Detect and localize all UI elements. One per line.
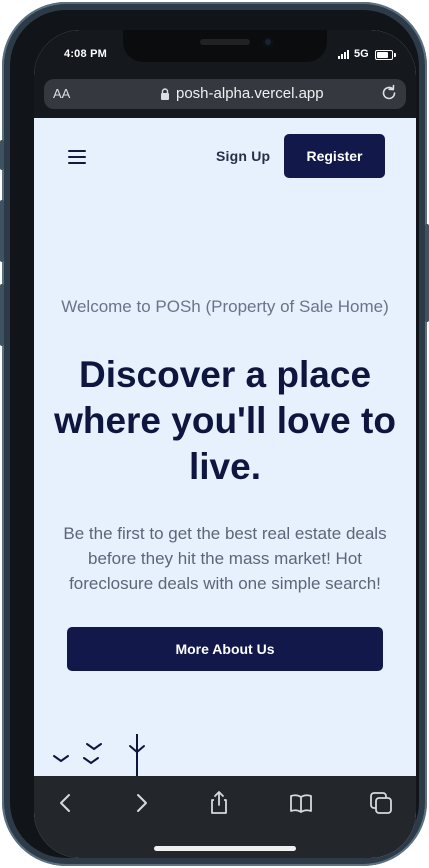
back-icon[interactable] [53, 790, 79, 816]
signal-icon [338, 50, 349, 59]
front-camera [263, 37, 273, 47]
browser-toolbar [34, 776, 416, 858]
birds-and-tree-illustration [53, 734, 145, 778]
share-icon[interactable] [206, 790, 232, 816]
volume-down-button [0, 284, 4, 346]
hero-description: Be the first to get the best real estate… [63, 524, 387, 593]
lock-icon [161, 88, 169, 100]
text-size-button[interactable]: AA [53, 86, 70, 101]
network-label: 5G [354, 48, 369, 60]
reload-icon[interactable] [380, 84, 398, 102]
url-field[interactable]: AA posh-alpha.vercel.app [44, 79, 406, 109]
register-button[interactable]: Register [284, 134, 385, 178]
more-about-us-button[interactable]: More About Us [67, 627, 383, 671]
welcome-text: Welcome to POSh (Property of Sale Home) [61, 297, 389, 316]
sign-up-link[interactable]: Sign Up [216, 148, 270, 164]
battery-icon [375, 50, 396, 60]
earpiece-speaker [200, 39, 250, 45]
phone-bezel: 4:08 PM 5G AA posh-alpha.vercel.app Sign… [10, 10, 419, 858]
browser-address-bar: AA posh-alpha.vercel.app [34, 78, 416, 118]
hero-headline: Discover a place where you'll love to li… [54, 354, 396, 487]
side-button [0, 140, 4, 170]
screen: 4:08 PM 5G AA posh-alpha.vercel.app Sign… [34, 30, 416, 858]
tabs-icon[interactable] [368, 790, 394, 816]
web-page: Sign Up Register Welcome to POSh (Proper… [34, 118, 416, 778]
power-button [425, 224, 429, 322]
status-time: 4:08 PM [64, 48, 107, 60]
notch [123, 30, 327, 62]
url-text: posh-alpha.vercel.app [176, 85, 324, 102]
forward-icon[interactable] [128, 790, 154, 816]
bookmarks-icon[interactable] [288, 790, 314, 816]
hamburger-icon[interactable] [68, 150, 86, 164]
status-bar: 4:08 PM 5G [34, 30, 416, 78]
volume-up-button [0, 200, 4, 262]
home-indicator [154, 846, 296, 851]
